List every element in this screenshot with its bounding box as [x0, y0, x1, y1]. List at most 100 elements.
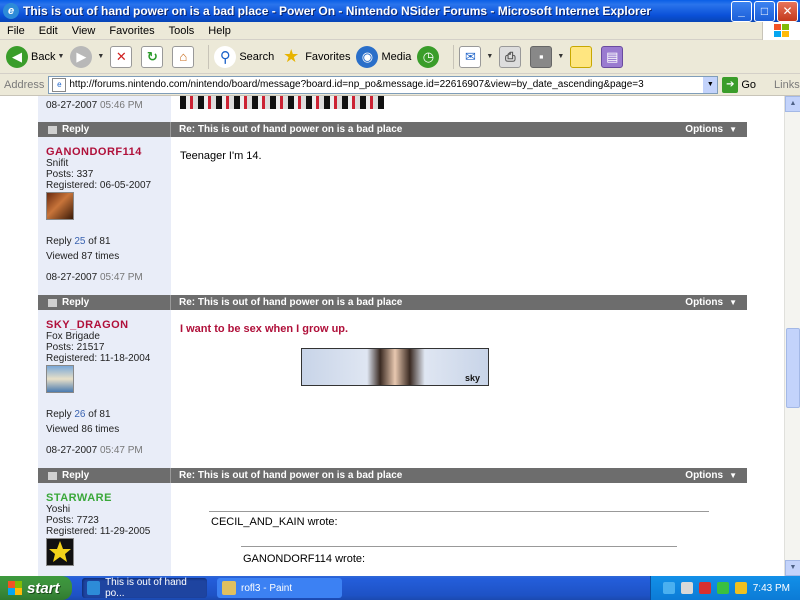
vertical-scrollbar[interactable]: ▲ ▼	[784, 96, 800, 576]
security-icon[interactable]	[698, 582, 711, 594]
user-info-panel: SKY_DRAGON Fox Brigade Posts: 21517 Regi…	[38, 310, 171, 468]
update-icon[interactable]	[734, 582, 747, 594]
research-icon: ▤	[601, 45, 624, 68]
user-rank: Snifit	[46, 158, 69, 169]
reply-icon	[48, 298, 57, 307]
refresh-icon: ↻	[141, 45, 164, 68]
back-label: Back	[31, 50, 56, 63]
print-icon: ⎙	[499, 45, 522, 68]
user-registered: Registered: 11-29-2005	[46, 526, 151, 537]
reply-button[interactable]: Reply	[38, 122, 171, 137]
search-button[interactable]: ⚲ Search	[214, 45, 274, 68]
post-body: CECIL_AND_KAIN wrote: GANONDORF114 wrote…	[171, 483, 747, 576]
address-label: Address	[4, 78, 45, 91]
mail-button[interactable]: ✉ ▼	[459, 45, 493, 68]
post-text: Teenager I'm 14.	[180, 150, 262, 162]
stop-icon: ✕	[110, 45, 133, 68]
chevron-down-icon: ▼	[557, 53, 565, 60]
history-icon: ◷	[417, 45, 440, 68]
reply-count: Reply 26 of 81	[46, 409, 111, 420]
discuss-button[interactable]	[570, 45, 595, 68]
history-button[interactable]: ◷	[417, 45, 442, 68]
network-icon[interactable]	[662, 582, 675, 594]
options-button[interactable]: Options ▼	[685, 297, 747, 308]
chevron-down-icon: ▼	[57, 53, 65, 60]
username-link[interactable]: STARWARE	[46, 492, 112, 504]
chevron-down-icon: ▼	[729, 471, 737, 480]
scroll-down-icon[interactable]: ▼	[785, 560, 800, 576]
view-count: Viewed 86 times	[46, 424, 120, 435]
forward-arrow-icon: ▶	[70, 45, 93, 68]
home-button[interactable]: ⌂	[172, 45, 197, 68]
user-registered: Registered: 06-05-2007	[46, 180, 152, 191]
note-icon	[570, 45, 593, 68]
favorites-button[interactable]: ★ Favorites	[280, 46, 350, 68]
chevron-down-icon: ▼	[97, 53, 105, 60]
post-subject: Re: This is out of hand power on is a ba…	[179, 470, 403, 481]
mail-icon: ✉	[459, 45, 482, 68]
back-arrow-icon: ◀	[6, 45, 28, 68]
menu-tools[interactable]: Tools	[162, 25, 202, 37]
stop-button[interactable]: ✕	[110, 45, 135, 68]
username-link[interactable]: SKY_DRAGON	[46, 319, 129, 331]
volume-icon[interactable]	[680, 582, 693, 594]
go-button[interactable]: ➔ Go	[722, 76, 756, 93]
address-url[interactable]: http://forums.nintendo.com/nintendo/boar…	[69, 79, 703, 90]
scroll-up-icon[interactable]: ▲	[785, 96, 800, 112]
menu-view[interactable]: View	[65, 25, 103, 37]
refresh-button[interactable]: ↻	[141, 45, 166, 68]
menu-help[interactable]: Help	[201, 25, 238, 37]
system-tray: 7:43 PM	[650, 576, 800, 600]
address-bar: Address e http://forums.nintendo.com/nin…	[0, 74, 800, 96]
edit-button[interactable]: ▪ ▼	[530, 45, 565, 68]
options-button[interactable]: Options ▼	[685, 124, 747, 135]
post-datetime: 08-27-2007 05:47 PM	[46, 272, 143, 283]
reply-button[interactable]: Reply	[38, 468, 171, 483]
media-label: Media	[381, 50, 412, 63]
username-link[interactable]: GANONDORF114	[46, 146, 142, 158]
reply-button[interactable]: Reply	[38, 295, 171, 310]
avatar[interactable]	[46, 538, 74, 566]
media-icon: ◉	[356, 45, 379, 68]
window-title: This is out of hand power on is a bad pl…	[23, 4, 652, 18]
avatar[interactable]	[46, 365, 74, 393]
taskbar: start This is out of hand po... rofl3 - …	[0, 576, 800, 600]
user-info-panel: GANONDORF114 Snifit Posts: 337 Registere…	[38, 137, 171, 295]
minimize-button[interactable]: _	[731, 0, 752, 22]
back-button[interactable]: ◀ Back ▼	[6, 45, 65, 68]
media-button[interactable]: ◉ Media	[356, 45, 412, 68]
close-button[interactable]: ✕	[777, 0, 798, 22]
taskbar-item-ie[interactable]: This is out of hand po...	[82, 577, 207, 599]
links-button[interactable]: Links	[774, 79, 800, 91]
favorites-label: Favorites	[305, 50, 351, 63]
menu-edit[interactable]: Edit	[32, 25, 65, 37]
home-icon: ⌂	[172, 45, 195, 68]
forward-button[interactable]: ▶ ▼	[70, 45, 105, 68]
reply-icon	[48, 125, 57, 134]
print-button[interactable]: ⎙	[499, 45, 524, 68]
research-button[interactable]: ▤	[601, 45, 626, 68]
messenger-icon[interactable]	[716, 582, 729, 594]
taskbar-item-paint[interactable]: rofl3 - Paint	[217, 578, 342, 598]
maximize-button[interactable]: □	[754, 0, 775, 22]
chevron-down-icon[interactable]: ▼	[703, 76, 718, 93]
search-icon: ⚲	[214, 45, 237, 68]
clock: 7:43 PM	[752, 582, 790, 594]
user-meta: Yoshi Posts: 7723 Registered: 11-29-2005	[46, 504, 150, 537]
user-meta: Fox Brigade Posts: 21517 Registered: 11-…	[46, 331, 150, 364]
toolbar: ◀ Back ▼ ▶ ▼ ✕ ↻ ⌂ ⚲ Search ★ Favorites …	[0, 40, 800, 74]
quote-author: CECIL_AND_KAIN wrote:	[211, 516, 338, 528]
avatar[interactable]	[46, 192, 74, 220]
scroll-thumb[interactable]	[786, 328, 800, 408]
start-button[interactable]: start	[0, 576, 72, 600]
address-input[interactable]: e http://forums.nintendo.com/nintendo/bo…	[48, 75, 719, 94]
toolbar-divider	[208, 44, 210, 69]
menu-file[interactable]: File	[0, 25, 32, 37]
user-post-count: Posts: 7723	[46, 515, 99, 526]
options-button[interactable]: Options ▼	[685, 470, 747, 481]
user-post-count: Posts: 21517	[46, 342, 105, 353]
user-post-count: Posts: 337	[46, 169, 94, 180]
menu-favorites[interactable]: Favorites	[102, 25, 161, 37]
post-header: Reply Re: This is out of hand power on i…	[38, 295, 747, 310]
reply-icon	[48, 471, 57, 480]
